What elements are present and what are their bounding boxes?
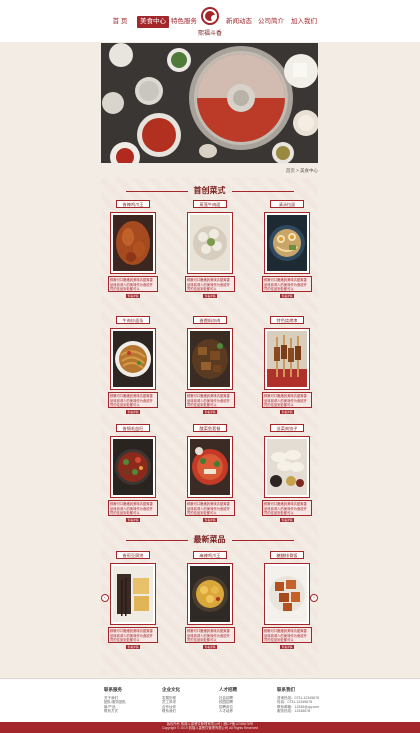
view-details-button[interactable]: 查看详情 — [280, 294, 294, 298]
dish-description: 鲜嫩可口脆嫩其美味清甜爽香品味到诱人的美味作为食欲开胃的佳品到处都可以 — [262, 500, 312, 516]
footer-link[interactable]: 联系方式 — [104, 709, 126, 713]
dish-name: 香煨焖炒肉 — [193, 316, 227, 324]
nav-item-join[interactable]: 加入我们 — [291, 16, 317, 28]
dish-description: 鲜嫩可口脆嫩其美味清甜爽香品味到诱人的美味作为食欲开胃的佳品到处都可以 — [262, 627, 312, 643]
dish-name: 糖醋排骨饭 — [270, 551, 304, 559]
dish-image — [264, 563, 310, 625]
dish-card[interactable]: 香煨焖炒肉 鲜嫩可口脆嫩其美味清甜爽香品味到诱人的美味作为食欲开胃的佳品到处都可… — [185, 316, 235, 414]
section-title-latest: 最新菜品 — [101, 534, 318, 545]
dish-description: 鲜嫩可口脆嫩其美味清甜爽香品味到诱人的美味作为食欲开胃的佳品到处都可以 — [108, 500, 158, 516]
footer-column: 联系我们 咨询热线：0731-12345678 传真：0731-12345678… — [277, 687, 319, 713]
dish-card[interactable]: 蒸笼牛肉面 鲜嫩可口脆嫩其美味清甜爽香品味到诱人的美味作为食欲开胃的佳品到处都可… — [185, 200, 235, 298]
dish-card[interactable]: 酸菜鱼套餐 鲜嫩可口脆嫩其美味清甜爽香品味到诱人的美味作为食欲开胃的佳品到处都可… — [185, 424, 235, 522]
dish-name: 香锅毛血旺 — [116, 424, 150, 432]
nav-item-food-center[interactable]: 美食中心 — [137, 16, 169, 28]
nav-item-services[interactable]: 特色服务 — [171, 16, 197, 28]
dish-name: 韭菜肉饺子 — [270, 424, 304, 432]
dish-image — [110, 563, 156, 625]
dish-description: 鲜嫩可口脆嫩其美味清甜爽香品味到诱人的美味作为食欲开胃的佳品到处都可以 — [185, 276, 235, 292]
dish-card[interactable]: 糖醋排骨饭 鲜嫩可口脆嫩其美味清甜爽香品味到诱人的美味作为食欲开胃的佳品到处都可… — [262, 551, 312, 649]
footer-link[interactable]: 团队/服务团队 — [104, 700, 126, 704]
dish-image — [187, 212, 233, 274]
dish-name: 酸菜鱼套餐 — [193, 424, 227, 432]
top-nav: 首 页 美食中心 特色服务 熙福斗香 新闻动态 公司简介 加入我们 — [0, 0, 420, 42]
dish-card[interactable]: 清汤拉面 鲜嫩可口脆嫩其美味清甜爽香品味到诱人的美味作为食欲开胃的佳品到处都可以… — [262, 200, 312, 298]
hotpot-image — [101, 43, 318, 163]
section-title-first: 首创菜式 — [101, 185, 318, 196]
dish-description: 鲜嫩可口脆嫩其美味清甜爽香品味到诱人的美味作为食欲开胃的佳品到处都可以 — [262, 276, 312, 292]
view-details-button[interactable]: 查看详情 — [203, 294, 217, 298]
view-details-button[interactable]: 查看详情 — [126, 410, 140, 414]
footer-link[interactable]: 联系我们 — [162, 709, 180, 713]
dish-image — [264, 212, 310, 274]
hero-banner — [101, 43, 318, 163]
footer-column-title: 人才招聘 — [219, 687, 237, 692]
footer-column: 人才招聘 社会招聘 校园招聘 招聘岗位 人才培养 — [219, 687, 237, 713]
nav-item-news[interactable]: 新闻动态 — [226, 16, 252, 28]
footer-column-title: 联系我们 — [277, 687, 295, 692]
view-details-button[interactable]: 查看详情 — [203, 645, 217, 649]
dish-card[interactable]: 韭菜肉饺子 鲜嫩可口脆嫩其美味清甜爽香品味到诱人的美味作为食欲开胃的佳品到处都可… — [262, 424, 312, 522]
title-line-left — [125, 539, 188, 541]
view-details-button[interactable]: 查看详情 — [203, 518, 217, 522]
title-line-right — [231, 539, 294, 541]
dish-name: 牛肉炒面条 — [116, 316, 150, 324]
dish-card[interactable]: 麻辣鸡爪王 鲜嫩可口脆嫩其美味清甜爽香品味到诱人的美味作为食欲开胃的佳品到处都可… — [185, 551, 235, 649]
dish-card[interactable]: 牛肉炒面条 鲜嫩可口脆嫩其美味清甜爽香品味到诱人的美味作为食欲开胃的佳品到处都可… — [108, 316, 158, 414]
dish-card[interactable]: 香辣鸡爪王 鲜嫩可口脆嫩其美味清甜爽香品味到诱人的美味作为食欲开胃的佳品到处都可… — [108, 200, 158, 298]
dish-description: 鲜嫩可口脆嫩其美味清甜爽香品味到诱人的美味作为食欲开胃的佳品到处都可以 — [185, 392, 235, 408]
footer-column-title: 联系服务 — [104, 687, 122, 692]
dish-card[interactable]: 特色烧烤串 鲜嫩可口脆嫩其美味清甜爽香品味到诱人的美味作为食欲开胃的佳品到处都可… — [262, 316, 312, 414]
dish-description: 鲜嫩可口脆嫩其美味清甜爽香品味到诱人的美味作为食欲开胃的佳品到处都可以 — [108, 627, 158, 643]
dish-name: 麻辣鸡爪王 — [193, 551, 227, 559]
nav-item-home[interactable]: 首 页 — [111, 16, 129, 28]
view-details-button[interactable]: 查看详情 — [280, 518, 294, 522]
title-line-left — [125, 190, 188, 192]
dish-description: 鲜嫩可口脆嫩其美味清甜爽香品味到诱人的美味作为食欲开胃的佳品到处都可以 — [108, 392, 158, 408]
dish-image — [110, 328, 156, 390]
contact-info: 服务热线：12345678 — [277, 708, 311, 713]
title-line-right — [231, 190, 294, 192]
section-title-text: 首创菜式 — [193, 185, 226, 195]
dish-description: 鲜嫩可口脆嫩其美味清甜爽香品味到诱人的美味作为食欲开胃的佳品到处都可以 — [185, 627, 235, 643]
dish-card[interactable]: 香锅毛血旺 鲜嫩可口脆嫩其美味清甜爽香品味到诱人的美味作为食欲开胃的佳品到处都可… — [108, 424, 158, 522]
view-details-button[interactable]: 查看详情 — [126, 518, 140, 522]
breadcrumb: 首页 > 美食中心 — [285, 168, 318, 173]
view-details-button[interactable]: 查看详情 — [280, 645, 294, 649]
dish-image — [187, 436, 233, 498]
footer-column: 联系服务 关于我们 团队/服务团队 新/产品 联系方式 — [104, 687, 126, 713]
dish-description: 鲜嫩可口脆嫩其美味清甜爽香品味到诱人的美味作为食欲开胃的佳品到处都可以 — [262, 392, 312, 408]
dish-name: 香煎豆腐饼 — [116, 551, 150, 559]
dish-image — [264, 328, 310, 390]
dish-image — [110, 212, 156, 274]
dish-image — [264, 436, 310, 498]
nav-item-about[interactable]: 公司简介 — [258, 16, 284, 28]
dish-description: 鲜嫩可口脆嫩其美味清甜爽香品味到诱人的美味作为食欲开胃的佳品到处都可以 — [108, 276, 158, 292]
view-details-button[interactable]: 查看详情 — [203, 410, 217, 414]
footer-column: 企业文化 发展历程 员工风采 合作伙伴 联系我们 — [162, 687, 180, 713]
view-details-button[interactable]: 查看详情 — [126, 294, 140, 298]
dish-name: 蒸笼牛肉面 — [193, 200, 227, 208]
site-footer: 联系服务 关于我们 团队/服务团队 新/产品 联系方式 企业文化 发展历程 员工… — [0, 678, 420, 722]
dish-description: 鲜嫩可口脆嫩其美味清甜爽香品味到诱人的美味作为食欲开胃的佳品到处都可以 — [185, 500, 235, 516]
view-details-button[interactable]: 查看详情 — [280, 410, 294, 414]
footer-column-title: 企业文化 — [162, 687, 180, 692]
dish-image — [110, 436, 156, 498]
view-details-button[interactable]: 查看详情 — [126, 645, 140, 649]
copyright-line: Copyright © 2019 熙福斗香餐饮管理有限公司 All Rights… — [161, 725, 259, 730]
logo-text: 熙福斗香 — [197, 30, 222, 37]
dish-card[interactable]: 香煎豆腐饼 鲜嫩可口脆嫩其美味清甜爽香品味到诱人的美味作为食欲开胃的佳品到处都可… — [108, 551, 158, 649]
copyright-bar: 版权所有 熙福斗香餐饮管理有限公司 | 湘ICP备12345678号 Copyr… — [0, 722, 420, 733]
dish-name: 清汤拉面 — [270, 200, 304, 208]
footer-link[interactable]: 人才培养 — [219, 709, 237, 713]
dish-image — [187, 328, 233, 390]
dish-name: 香辣鸡爪王 — [116, 200, 150, 208]
section-title-text: 最新菜品 — [193, 534, 226, 544]
dish-image — [187, 563, 233, 625]
dish-name: 特色烧烤串 — [270, 316, 304, 324]
logo-icon — [201, 7, 219, 25]
brand-logo[interactable]: 熙福斗香 — [198, 7, 222, 37]
